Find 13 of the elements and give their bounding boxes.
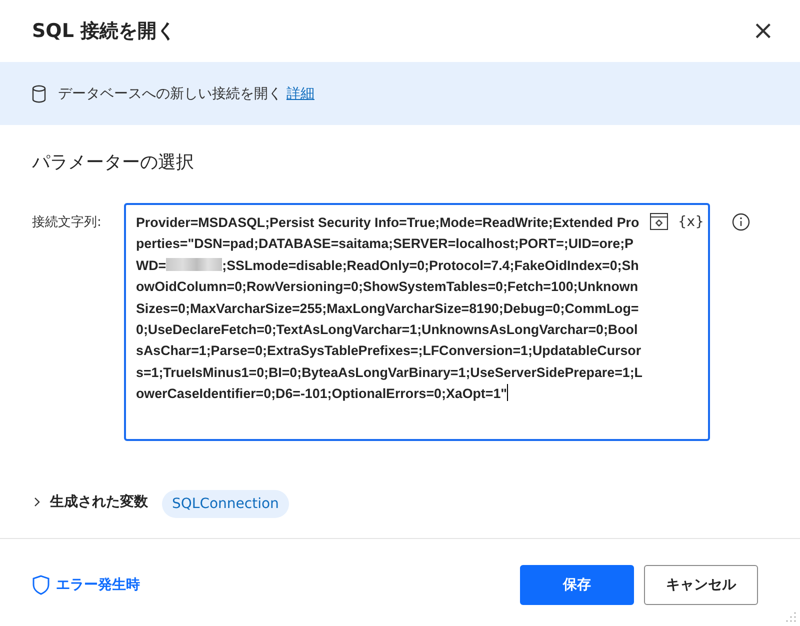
cancel-button[interactable]: キャンセル	[644, 565, 758, 605]
dialog-title: SQL 接続を開く	[32, 19, 176, 44]
variable-chip[interactable]: SQLConnection	[162, 490, 289, 518]
section-title: パラメーターの選択	[31, 151, 195, 175]
close-button[interactable]: ×	[748, 16, 778, 46]
error-handling-link[interactable]: エラー発生時	[32, 575, 140, 595]
variables-label: 生成された変数	[50, 493, 148, 511]
info-text: データベースへの新しい接続を開く 詳細	[58, 84, 314, 102]
save-button[interactable]: 保存	[520, 565, 634, 605]
connection-string-field[interactable]: Provider=MSDASQL;Persist Security Info=True;Mode=ReadWrite;Extended Properties="DSN=pad;DATABASE=saitama;SERVER=localhost;PORT=;UID=ore;PWD= ;SSLmode=disable;ReadOnly=0;Protocol=7.4;FakeOidIndex=0;ShowOidColumn=0;RowVersioning=0;ShowSystemTables=0;Fetch=100;UnknownSizes=0;MaxVarcharSize=255;MaxLongVarcharSize=8190;Debug=0;CommLog=0;UseDeclareFetch=0;TextAsLongVarchar=1;UnknownsAsLongVarchar=0;BoolsAsChar=1;Parse=0;ExtraSysTablePrefixes=;LFConversion=1;UpdatableCursors=1;TrueIsMinus1=0;BI=0;ByteaAsLongVarBinary=1;UseServerSidePrepare=1;LowerCaseIdentifier=0;D6=-101;OptionalErrors=0;XaOpt=1" {x}	[124, 203, 710, 441]
details-link[interactable]: 詳細	[286, 86, 314, 102]
variable-button[interactable]: {x}	[678, 214, 704, 230]
field-label: 接続文字列:	[32, 214, 102, 232]
